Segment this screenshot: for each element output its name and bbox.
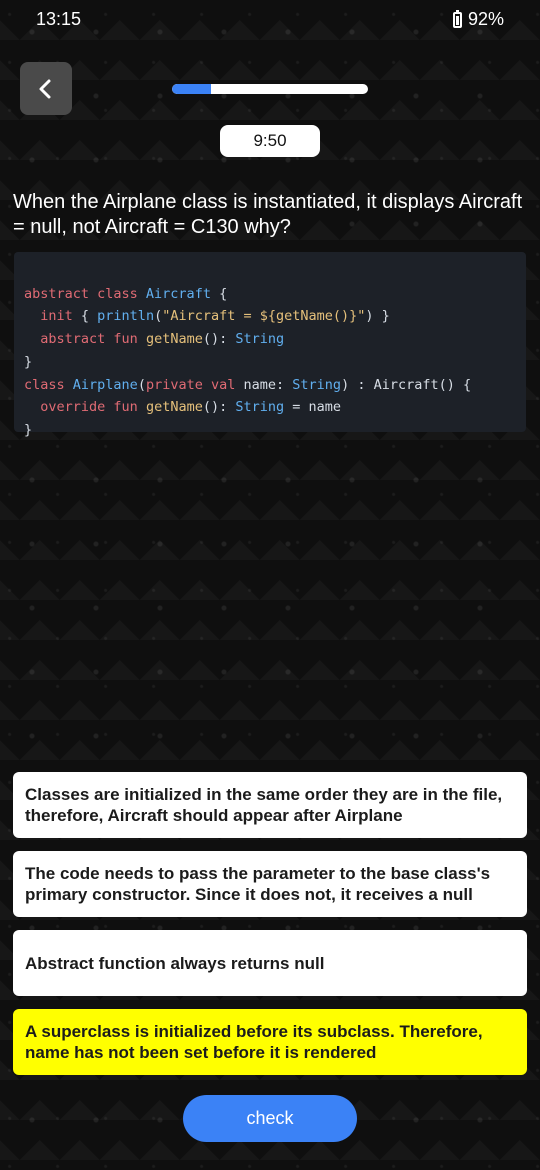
answer-option-2[interactable]: The code needs to pass the parameter to … xyxy=(13,851,527,917)
code-line-4: } xyxy=(24,353,33,370)
battery-icon xyxy=(452,9,462,28)
battery-percent: 92% xyxy=(467,9,504,29)
answer-text: The code needs to pass the parameter to … xyxy=(25,864,491,904)
status-time: 13:15 xyxy=(36,9,82,29)
code-line-6: override fun getName(): String = name xyxy=(40,399,342,416)
timer: 9:50 xyxy=(220,125,320,157)
code-line-2: init { println("Aircraft = ${getName()}"… xyxy=(40,308,390,325)
answer-text: A superclass is initialized before its s… xyxy=(25,1022,483,1062)
answer-text: Abstract function always returns null xyxy=(25,953,325,973)
code-block: abstract class Aircraft { init { println… xyxy=(14,252,526,438)
code-line-5: class Airplane(private val name: String)… xyxy=(24,376,472,393)
code-line-3: abstract fun getName(): String xyxy=(40,331,285,348)
answer-option-1[interactable]: Classes are initialized in the same orde… xyxy=(13,772,527,838)
code-line-7: } xyxy=(24,421,33,438)
progress-fill xyxy=(172,84,212,94)
question-text: When the Airplane class is instantiated,… xyxy=(13,191,523,238)
answer-option-3[interactable]: Abstract function always returns null xyxy=(13,930,527,996)
chevron-left-icon xyxy=(39,79,51,98)
code-line-1: abstract class Aircraft { xyxy=(24,285,228,302)
back-button[interactable] xyxy=(20,62,72,115)
progress-bar xyxy=(172,84,368,94)
answer-option-4[interactable]: A superclass is initialized before its s… xyxy=(13,1009,527,1075)
answer-text: Classes are initialized in the same orde… xyxy=(25,785,503,825)
check-button[interactable]: check xyxy=(183,1095,357,1142)
status-right: 92% xyxy=(452,9,504,30)
